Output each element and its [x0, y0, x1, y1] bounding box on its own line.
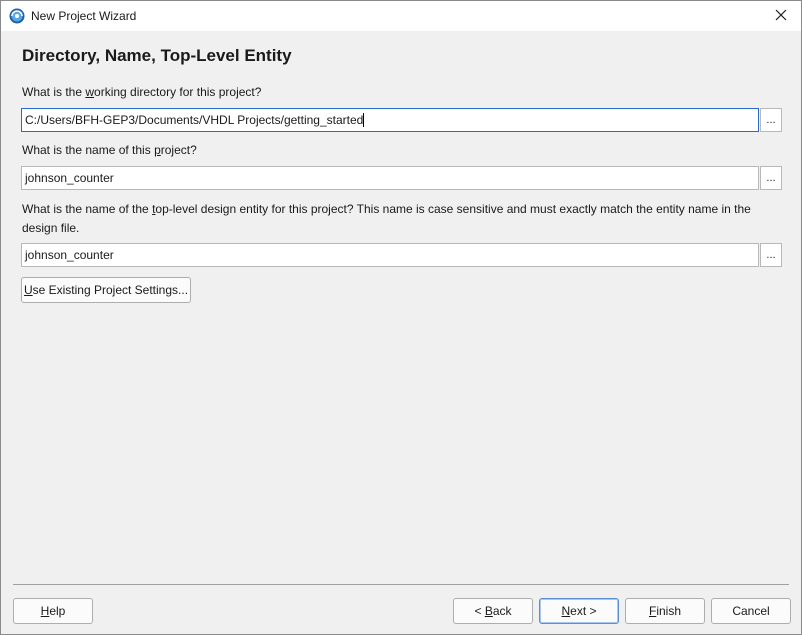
- top-level-browse-button[interactable]: ...: [760, 243, 782, 267]
- top-level-entity-input[interactable]: johnson_counter: [21, 243, 759, 267]
- window-title: New Project Wizard: [31, 9, 137, 23]
- directory-input[interactable]: C:/Users/BFH-GEP3/Documents/VHDL Project…: [21, 108, 759, 132]
- directory-label-accel: w: [85, 85, 95, 99]
- next-accel: N: [561, 604, 571, 618]
- help-label: elp: [49, 604, 66, 618]
- close-button[interactable]: [761, 1, 801, 31]
- project-name-browse-button[interactable]: ...: [760, 166, 782, 190]
- help-button[interactable]: Help: [13, 598, 93, 624]
- finish-button[interactable]: Finish: [625, 598, 705, 624]
- directory-input-value: C:/Users/BFH-GEP3/Documents/VHDL Project…: [25, 113, 364, 127]
- use-existing-label: se Existing Project Settings...: [32, 283, 189, 297]
- text-caret: [363, 113, 365, 127]
- project-name-label: What is the name of this project?: [22, 141, 197, 160]
- directory-browse-button[interactable]: ...: [760, 108, 782, 132]
- top-level-label-text: What is the name of the: [22, 202, 153, 216]
- page-heading: Directory, Name, Top-Level Entity: [22, 46, 292, 65]
- next-button[interactable]: Next >: [539, 598, 619, 624]
- project-name-label-text: What is the name of this: [22, 143, 155, 157]
- use-existing-settings-button[interactable]: Use Existing Project Settings...: [21, 277, 191, 303]
- app-globe-icon: [9, 8, 25, 24]
- directory-label-text: What is the: [22, 85, 86, 99]
- footer-separator: [13, 584, 789, 585]
- project-name-input[interactable]: johnson_counter: [21, 166, 759, 190]
- project-name-label-text-rest: roject?: [160, 143, 197, 157]
- back-button[interactable]: < Back: [453, 598, 533, 624]
- close-icon: [775, 9, 787, 24]
- directory-label-text-rest: orking directory for this project?: [94, 85, 262, 99]
- wizard-window: New Project Wizard Directory, Name, Top-…: [0, 0, 802, 635]
- top-level-label: What is the name of the top-level design…: [22, 200, 782, 238]
- cancel-button[interactable]: Cancel: [711, 598, 791, 624]
- title-bar: New Project Wizard: [1, 1, 801, 31]
- project-name-label-accel: p: [154, 143, 161, 157]
- next-label: ext >: [570, 604, 597, 618]
- back-accel: B: [484, 604, 493, 618]
- finish-label: inish: [656, 604, 682, 618]
- back-prefix: <: [474, 604, 485, 618]
- back-label: ack: [492, 604, 512, 618]
- directory-label: What is the working directory for this p…: [22, 83, 261, 102]
- use-existing-accel: U: [23, 283, 33, 297]
